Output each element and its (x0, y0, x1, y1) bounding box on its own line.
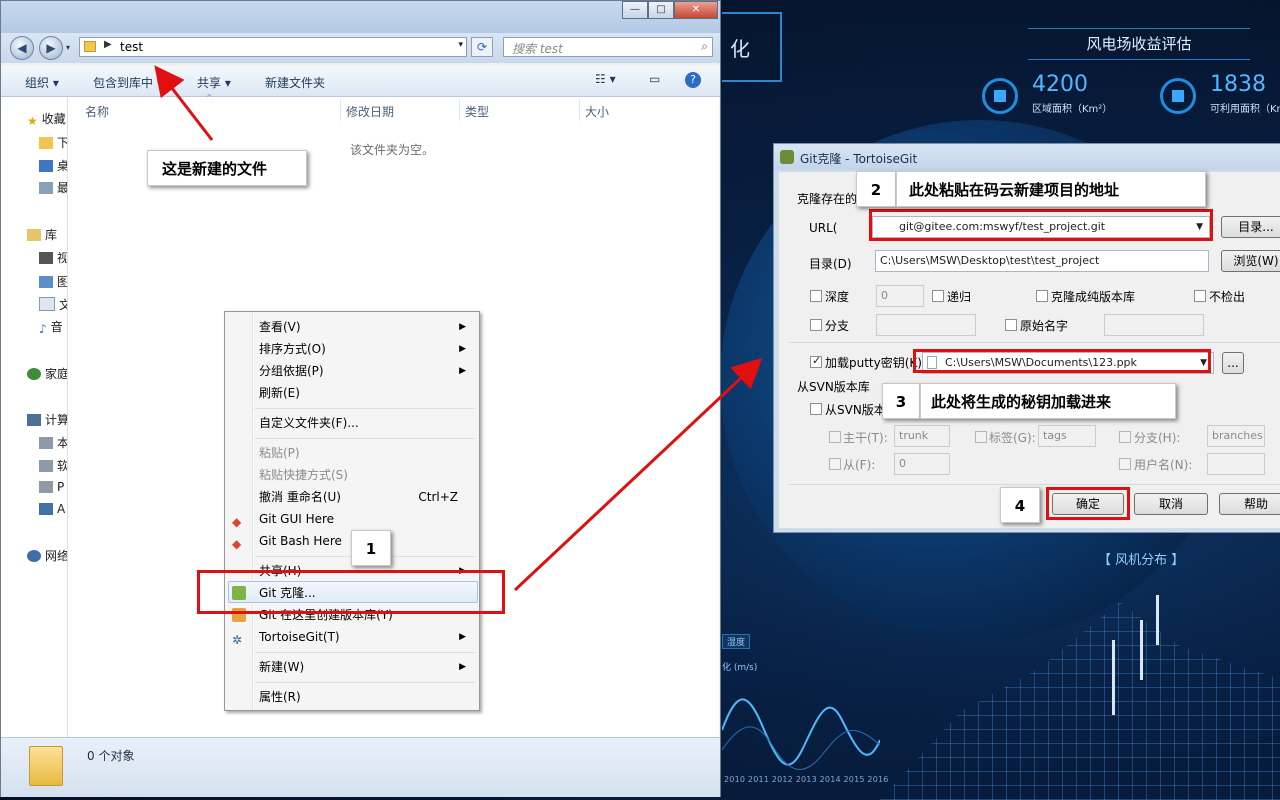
arrow-to-dialog (513, 357, 763, 592)
annotation-arrows (154, 65, 763, 592)
arrow-to-new-folder (154, 65, 214, 141)
